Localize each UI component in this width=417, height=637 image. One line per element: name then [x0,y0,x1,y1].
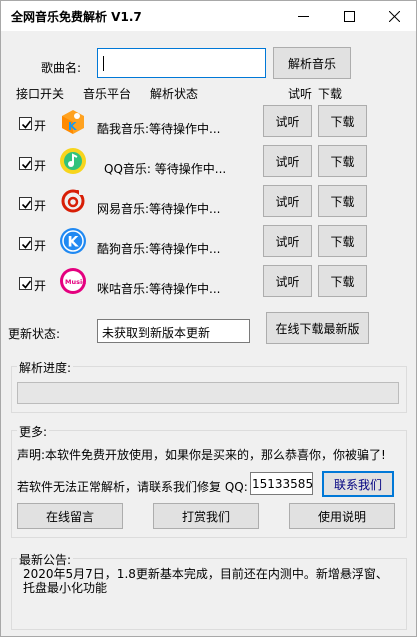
switch-checkbox-qq[interactable] [19,157,32,170]
update-status-label: 更新状态: [8,327,61,341]
app-window: 全网音乐免费解析 V1.7 歌曲名: 解析音乐 接口开关 音乐平台 解析状态 试… [0,0,417,637]
progress-bar [17,382,399,404]
close-icon [388,10,400,22]
minimize-button[interactable] [280,1,326,31]
switch-label: 开 [34,119,47,133]
switch-checkbox-netease[interactable] [19,197,32,210]
status-text-kugou: 酷狗音乐:等待操作中... [97,242,221,256]
status-text-netease: 网易音乐:等待操作中... [97,202,221,216]
listen-button-qq[interactable]: 试听 [263,145,312,177]
switch-checkbox-kugou[interactable] [19,237,32,250]
kugou-music-icon: K [60,228,86,254]
switch-label: 开 [34,199,47,213]
qq-number-field[interactable]: 1513358596 [250,472,313,495]
migu-music-icon: Music [60,268,86,294]
progress-title: 解析进度: [17,359,74,376]
online-message-button[interactable]: 在线留言 [17,503,123,529]
instructions-button[interactable]: 使用说明 [289,503,395,529]
donate-button[interactable]: 打赏我们 [153,503,259,529]
text-caret [103,56,104,71]
update-status-field: 未获取到新版本更新 [97,319,250,343]
notice-title: 最新公告: [17,551,74,568]
column-listen: 试听 [288,87,313,101]
kuwo-music-icon: K [62,110,84,134]
column-status: 解析状态 [150,87,199,101]
status-text-qq: QQ音乐: 等待操作中... [104,162,227,176]
listen-button-netease[interactable]: 试听 [263,185,312,217]
download-button-kuwo[interactable]: 下载 [318,105,367,137]
column-platform: 音乐平台 [83,87,132,101]
column-switch: 接口开关 [16,87,65,101]
song-name-input[interactable] [97,48,266,78]
switch-label: 开 [34,279,47,293]
listen-button-migu[interactable]: 试听 [263,265,312,297]
parse-music-button[interactable]: 解析音乐 [273,47,351,79]
check-icon [21,280,32,289]
song-name-label: 歌曲名: [41,61,82,75]
column-download: 下载 [318,87,343,101]
svg-text:K: K [68,235,80,251]
switch-checkbox-migu[interactable] [19,277,32,290]
download-button-netease[interactable]: 下载 [318,185,367,217]
netease-music-icon [61,187,87,213]
listen-button-kugou[interactable]: 试听 [263,225,312,257]
contact-text: 若软件无法正常解析，请联系我们修复 QQ: [17,480,248,494]
check-icon [21,160,32,169]
status-text-kuwo: 酷我音乐:等待操作中... [97,122,221,136]
more-title: 更多: [17,423,50,440]
check-icon [21,240,32,249]
notice-text: 2020年5月7日，1.8更新基本完成，目前还在内测中。新增悬浮窗、托盘最小化功… [23,567,388,595]
download-button-migu[interactable]: 下载 [318,265,367,297]
switch-label: 开 [34,159,47,173]
statement-text: 声明:本软件免费开放使用，如果你是买来的，那么恭喜你，你被骗了! [17,448,386,462]
maximize-icon [343,10,355,22]
svg-text:K: K [68,120,77,133]
download-latest-button[interactable]: 在线下载最新版 [266,312,369,344]
status-text-migu: 咪咕音乐:等待操作中... [97,282,221,296]
download-button-kugou[interactable]: 下载 [318,225,367,257]
qq-music-icon [60,148,86,174]
contact-us-button[interactable]: 联系我们 [322,471,394,497]
minimize-icon [297,15,309,17]
download-button-qq[interactable]: 下载 [318,145,367,177]
listen-button-kuwo[interactable]: 试听 [263,105,312,137]
switch-checkbox-kuwo[interactable] [19,117,32,130]
check-icon [21,200,32,209]
title-bar: 全网音乐免费解析 V1.7 [1,1,416,31]
maximize-button[interactable] [326,1,372,31]
close-button[interactable] [371,1,417,31]
svg-text:Music: Music [65,278,86,286]
switch-label: 开 [34,239,47,253]
check-icon [21,120,32,129]
window-title: 全网音乐免费解析 V1.7 [11,10,142,24]
